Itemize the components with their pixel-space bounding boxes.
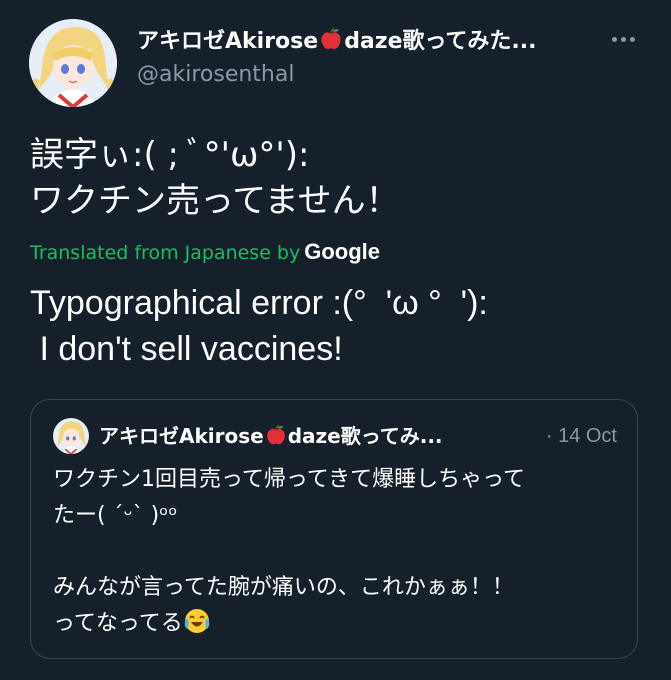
avatar-image: [29, 19, 117, 107]
quoted-date[interactable]: · 14 Oct: [546, 420, 617, 452]
apple-icon: [318, 26, 344, 58]
quoted-line: ってなってる: [53, 611, 183, 636]
translated-text: Typographical error :(° 'ω ° '): I don't…: [30, 280, 650, 372]
quoted-line: たー( ˊᵕˋ )ᵒᵒ: [53, 503, 178, 528]
quoted-name-suffix: daze歌ってみ...: [287, 424, 443, 448]
tweet-line: ワクチン売ってません！: [30, 181, 400, 221]
quoted-text: ワクチン1回目売って帰ってきて爆睡しちゃって たー( ˊᵕˋ )ᵒᵒ みんなが言…: [53, 462, 623, 647]
author-name-suffix: daze歌ってみた...: [344, 29, 537, 54]
google-logo: Google: [304, 239, 381, 264]
tweet: アキロゼAkirose daze歌ってみた... @akirosenthal 誤字…: [0, 0, 671, 680]
tweet-text: 誤字ぃ:( ; ﾞ°'ω°'): ワクチン売ってません！: [30, 132, 650, 224]
apple-icon: [264, 423, 288, 456]
translation-label: Translated from Japanese by: [30, 242, 301, 264]
quoted-line: ワクチン1回目売って帰ってきて爆睡しちゃって: [53, 467, 526, 492]
quoted-tweet[interactable]: アキロゼAkirose daze歌ってみ... · 14 Oct ワクチン1回目売…: [30, 399, 638, 659]
translation-line: I don't sell vaccines!: [30, 330, 343, 368]
quoted-blank-line: [53, 534, 623, 570]
quoted-author-name: アキロゼAkirose daze歌ってみ...: [99, 420, 529, 456]
quoted-avatar[interactable]: [53, 418, 89, 454]
more-dot: [620, 36, 626, 42]
quoted-avatar-image: [53, 418, 89, 454]
author-name[interactable]: アキロゼAkirose daze歌ってみた...: [137, 26, 577, 58]
author-name-text: アキロゼAkirose: [137, 29, 319, 54]
quoted-name-text: アキロゼAkirose: [99, 424, 264, 448]
more-dot: [629, 36, 635, 42]
tweet-line: 誤字ぃ:( ; ﾞ°'ω°'):: [30, 135, 310, 175]
translation-attribution[interactable]: Translated from Japanese by Google: [30, 238, 380, 267]
avatar[interactable]: [29, 19, 117, 107]
crying-laughing-emoji-icon: [183, 607, 211, 647]
more-dot: [611, 36, 617, 42]
author-handle[interactable]: @akirosenthal: [137, 60, 294, 90]
quoted-line: みんなが言ってた腕が痛いの、これかぁぁ！！: [53, 575, 514, 600]
more-dots-icon[interactable]: [605, 25, 641, 53]
translation-line: Typographical error :(° 'ω ° '):: [30, 284, 488, 322]
quoted-line-with-emoji: ってなってる: [53, 606, 623, 647]
